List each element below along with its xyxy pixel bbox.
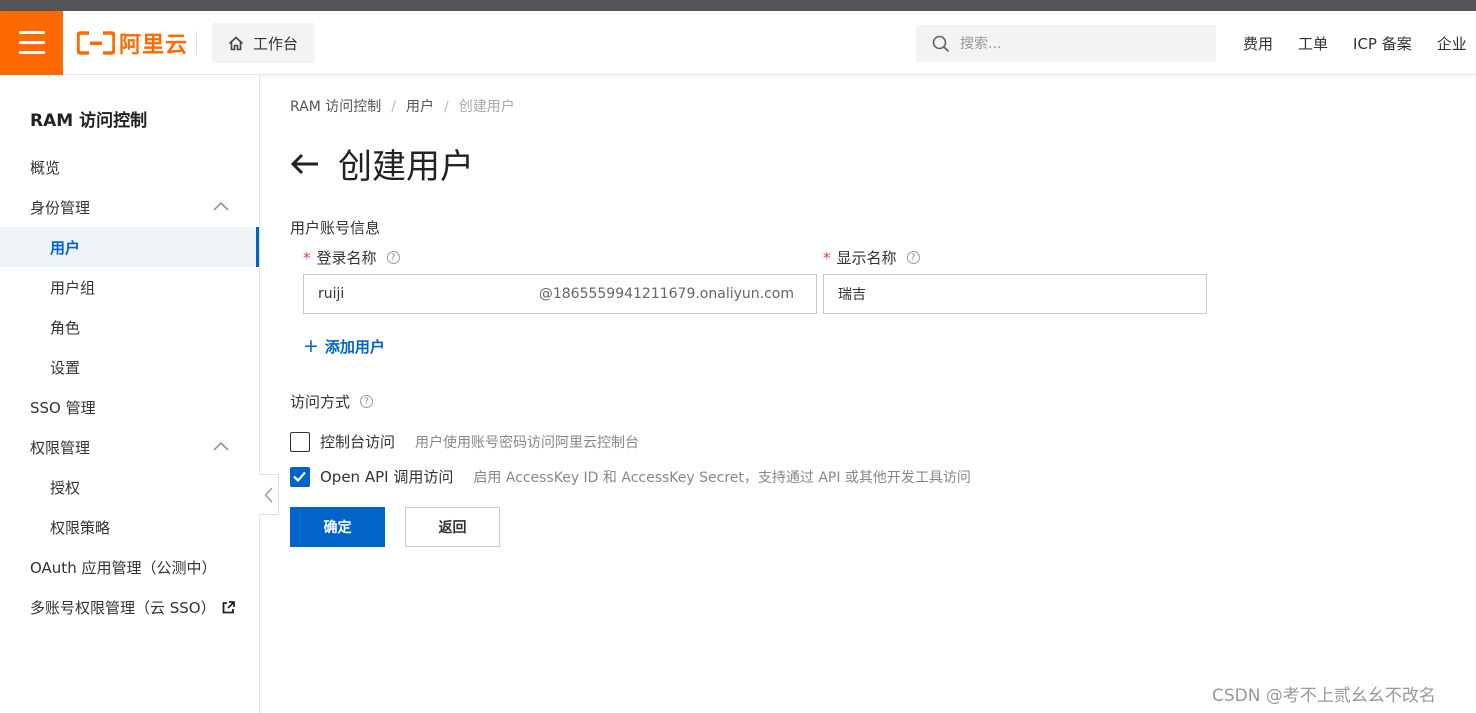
chevron-up-icon: [213, 201, 229, 211]
help-icon[interactable]: ?: [386, 251, 400, 264]
api-access-checkbox[interactable]: [290, 466, 310, 487]
display-name-input[interactable]: [838, 286, 1178, 302]
breadcrumb: RAM 访问控制 / 用户 / 创建用户: [290, 99, 515, 115]
console-access-label: 控制台访问: [320, 433, 396, 451]
sidebar-item-label: 用户: [50, 238, 81, 257]
breadcrumb-users[interactable]: 用户: [406, 99, 434, 115]
sidebar-item-policies[interactable]: 权限策略: [0, 507, 259, 547]
workbench-button[interactable]: 工作台: [212, 23, 315, 63]
help-icon[interactable]: ?: [906, 251, 920, 264]
link-enterprise[interactable]: 企业: [1437, 33, 1467, 54]
sidebar-item-label: 多账号权限管理（云 SSO）: [30, 598, 216, 617]
external-link-icon: [222, 600, 235, 613]
sidebar-item-user-groups[interactable]: 用户组: [0, 267, 259, 307]
required-mark: *: [303, 248, 311, 267]
section-account-info: 用户账号信息: [290, 219, 381, 237]
search-input[interactable]: [960, 35, 1200, 52]
login-name-label: * 登录名称 ?: [303, 247, 400, 268]
back-arrow-icon[interactable]: [290, 152, 320, 176]
login-name-label-text: 登录名称: [316, 249, 377, 267]
sidebar-item-label: 权限策略: [50, 518, 111, 537]
access-method-label-text: 访问方式: [290, 393, 351, 411]
search-icon: [932, 35, 950, 52]
search-box[interactable]: [916, 25, 1216, 62]
sidebar-item-users[interactable]: 用户: [0, 227, 259, 267]
sidebar-item-sso[interactable]: SSO 管理: [0, 387, 259, 427]
top-strip: [0, 0, 1476, 11]
sidebar-item-identity[interactable]: 身份管理: [0, 187, 259, 227]
api-access-label: Open API 调用访问: [320, 468, 454, 486]
sidebar-item-settings[interactable]: 设置: [0, 347, 259, 387]
api-access-option[interactable]: Open API 调用访问 启用 AccessKey ID 和 AccessKe…: [290, 466, 971, 487]
sidebar-item-oauth[interactable]: OAuth 应用管理（公测中）: [0, 547, 259, 587]
aliyun-logo[interactable]: 阿里云: [77, 29, 189, 58]
link-icp[interactable]: ICP 备案: [1353, 33, 1412, 54]
watermark: CSDN @考不上贰幺幺不改名: [1212, 686, 1436, 706]
back-button[interactable]: 返回: [405, 507, 500, 547]
sidebar-item-roles[interactable]: 角色: [0, 307, 259, 347]
sidebar: RAM 访问控制 概览 身份管理 用户 用户组 角色 设置 SSO 管理 权限管…: [0, 75, 260, 713]
plus-icon: +: [303, 335, 319, 357]
brand-name: 阿里云: [119, 33, 189, 58]
sidebar-item-overview[interactable]: 概览: [0, 147, 259, 187]
home-icon: [228, 35, 244, 50]
header-divider: [196, 31, 197, 55]
sidebar-item-label: 设置: [50, 358, 81, 377]
link-fees[interactable]: 费用: [1243, 33, 1273, 54]
page-title: 创建用户: [290, 139, 474, 188]
checkmark-icon: [293, 471, 306, 482]
workbench-label: 工作台: [253, 34, 299, 53]
api-access-desc: 启用 AccessKey ID 和 AccessKey Secret，支持通过 …: [473, 469, 971, 486]
hamburger-menu-button[interactable]: [0, 11, 63, 75]
add-user-button[interactable]: + 添加用户: [303, 335, 385, 357]
sidebar-item-label: 角色: [50, 318, 81, 337]
breadcrumb-current: 创建用户: [458, 99, 515, 115]
login-name-field[interactable]: @1865559941211679.onaliyun.com: [303, 274, 817, 314]
display-name-label: * 显示名称 ?: [823, 247, 920, 268]
console-access-checkbox[interactable]: [290, 431, 310, 452]
sidebar-item-label: 授权: [50, 478, 81, 497]
login-name-suffix: @1865559941211679.onaliyun.com: [538, 286, 794, 302]
sidebar-item-grants[interactable]: 授权: [0, 467, 259, 507]
sidebar-collapse-handle[interactable]: [259, 474, 279, 515]
console-access-option[interactable]: 控制台访问 用户使用账号密码访问阿里云控制台: [290, 431, 639, 452]
sidebar-item-label: 权限管理: [30, 438, 91, 457]
chevron-up-icon: [213, 441, 229, 451]
sidebar-item-permissions[interactable]: 权限管理: [0, 427, 259, 467]
confirm-button[interactable]: 确定: [290, 507, 385, 547]
breadcrumb-ram[interactable]: RAM 访问控制: [290, 99, 381, 115]
required-mark: *: [823, 248, 831, 267]
link-tickets[interactable]: 工单: [1298, 33, 1328, 54]
chevron-left-icon: [264, 487, 273, 502]
sidebar-item-label: OAuth 应用管理（公测中）: [30, 558, 217, 577]
access-method-label: 访问方式 ?: [290, 391, 374, 412]
console-access-desc: 用户使用账号密码访问阿里云控制台: [415, 434, 640, 451]
aliyun-logo-icon: [77, 31, 115, 55]
sidebar-item-label: 身份管理: [30, 198, 91, 217]
login-name-input[interactable]: [318, 286, 558, 302]
page-title-text: 创建用户: [338, 147, 474, 187]
sidebar-item-label: SSO 管理: [30, 398, 96, 417]
display-name-field[interactable]: [823, 274, 1207, 314]
sidebar-item-label: 用户组: [50, 278, 96, 297]
sidebar-title: RAM 访问控制: [30, 111, 148, 131]
header-links: 费用 工单 ICP 备案 企业: [1243, 11, 1476, 75]
sidebar-item-cloud-sso[interactable]: 多账号权限管理（云 SSO）: [0, 587, 259, 627]
display-name-label-text: 显示名称: [836, 249, 897, 267]
top-bar: 阿里云 工作台 费用 工单 ICP 备案 企业: [0, 11, 1476, 75]
add-user-label: 添加用户: [324, 337, 385, 356]
sidebar-item-label: 概览: [30, 158, 61, 177]
help-icon[interactable]: ?: [360, 395, 374, 408]
